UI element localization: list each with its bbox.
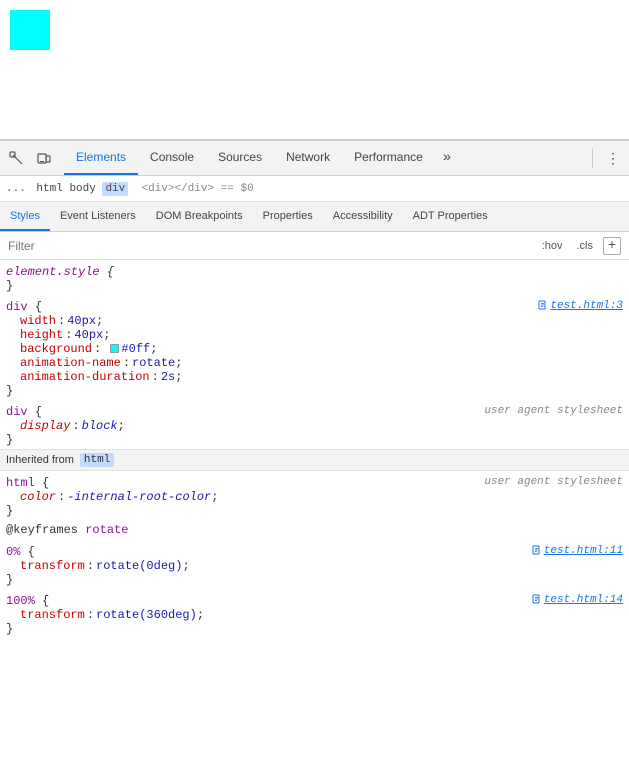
toolbar-divider [592, 148, 593, 168]
filter-badges: :hov .cls + [538, 237, 621, 255]
keyframe-0pct-close: } [0, 573, 629, 587]
hov-badge[interactable]: :hov [538, 239, 567, 253]
devtools-toolbar: Elements Console Sources Network Perform… [0, 141, 629, 176]
more-options-button[interactable]: ⋮ [601, 146, 625, 170]
element-style-rule: element.style { } [0, 260, 629, 295]
main-tab-bar: Elements Console Sources Network Perform… [64, 141, 588, 175]
div-ua-rule: div { user agent stylesheet display: blo… [0, 400, 629, 449]
element-style-selector: element.style { [6, 265, 114, 279]
div-ua-rule-close: } [0, 433, 629, 447]
breadcrumb-body[interactable]: body [69, 183, 95, 195]
tab-overflow-button[interactable]: » [435, 141, 459, 175]
background-property: background: #0ff; [0, 342, 629, 356]
element-style-header: element.style { [0, 262, 629, 279]
color-property: color: -internal-root-color; [0, 490, 629, 504]
inherited-label: Inherited from [6, 454, 74, 466]
div-rule: div { test.html:3 width: 40px; height: 4… [0, 295, 629, 400]
div-ua-selector: div { [6, 405, 42, 419]
tab-dom-breakpoints[interactable]: DOM Breakpoints [146, 202, 253, 231]
display-property: display: block; [0, 419, 629, 433]
height-property: height: 40px; [0, 328, 629, 342]
div-rule-close: } [0, 384, 629, 398]
animation-duration-property: animation-duration: 2s; [0, 370, 629, 384]
html-selector: html { [6, 476, 49, 490]
tab-properties[interactable]: Properties [253, 202, 323, 231]
tab-console[interactable]: Console [138, 141, 206, 175]
dom-equals-text: <div></div> == $0 [141, 183, 253, 195]
cls-badge[interactable]: .cls [573, 239, 598, 253]
tab-accessibility[interactable]: Accessibility [323, 202, 403, 231]
transform-100pct-property: transform: rotate(360deg); [0, 608, 629, 622]
user-agent-label: user agent stylesheet [484, 405, 623, 417]
keyframe-100pct-selector: 100% { [6, 594, 49, 608]
toolbar-icons [4, 146, 56, 170]
breadcrumb-html[interactable]: html [36, 183, 62, 195]
keyframe-100pct-rule: 100% { test.html:14 transform: rotate(36… [0, 589, 629, 638]
keyframe-0pct-selector: 0% { [6, 545, 35, 559]
keyframe-0pct-file-link[interactable]: test.html:11 [532, 545, 623, 557]
animation-name-property: animation-name: rotate; [0, 356, 629, 370]
div-rule-file-link[interactable]: test.html:3 [538, 300, 623, 312]
devtools-panel: Elements Console Sources Network Perform… [0, 140, 629, 783]
animated-div [10, 10, 50, 50]
filter-input[interactable] [8, 239, 538, 253]
filter-bar: :hov .cls + [0, 232, 629, 260]
preview-area [0, 0, 629, 140]
inspect-button[interactable] [4, 146, 28, 170]
div-selector: div { [6, 300, 42, 314]
keyframe-0pct-rule: 0% { test.html:11 transform: rotate(0deg… [0, 540, 629, 589]
keyframe-100pct-header: 100% { test.html:14 [0, 591, 629, 608]
tab-styles[interactable]: Styles [0, 202, 50, 231]
tab-performance[interactable]: Performance [342, 141, 435, 175]
html-user-agent-label: user agent stylesheet [484, 476, 623, 488]
keyframe-0pct-header: 0% { test.html:11 [0, 542, 629, 559]
html-ua-rule-header: html { user agent stylesheet [0, 473, 629, 490]
html-ua-rule: html { user agent stylesheet color: -int… [0, 471, 629, 520]
add-style-button[interactable]: + [603, 237, 621, 255]
keyframe-100pct-close: } [0, 622, 629, 636]
div-rule-header: div { test.html:3 [0, 297, 629, 314]
keyframe-100pct-file-link[interactable]: test.html:14 [532, 594, 623, 606]
breadcrumb-ellipsis: ... [6, 183, 26, 195]
breadcrumb-div[interactable]: div [102, 182, 128, 196]
tab-network[interactable]: Network [274, 141, 342, 175]
div-ua-rule-header: div { user agent stylesheet [0, 402, 629, 419]
keyframes-header: @keyframes rotate [0, 520, 629, 540]
inherited-section-divider: Inherited from html [0, 449, 629, 471]
width-property: width: 40px; [0, 314, 629, 328]
transform-0pct-property: transform: rotate(0deg); [0, 559, 629, 573]
toolbar-right: ⋮ [588, 146, 625, 170]
panel-tabs: Styles Event Listeners DOM Breakpoints P… [0, 202, 629, 232]
device-toggle-button[interactable] [32, 146, 56, 170]
tab-elements[interactable]: Elements [64, 141, 138, 175]
color-swatch[interactable] [110, 344, 119, 353]
inherited-html-tag[interactable]: html [80, 453, 114, 467]
tab-sources[interactable]: Sources [206, 141, 274, 175]
html-ua-rule-close: } [0, 504, 629, 518]
tab-adt-properties[interactable]: ADT Properties [403, 202, 498, 231]
breadcrumb: ... html body div <div></div> == $0 [0, 176, 629, 202]
tab-event-listeners[interactable]: Event Listeners [50, 202, 146, 231]
element-style-close: } [0, 279, 629, 293]
css-content: element.style { } div { test.html:3 widt… [0, 260, 629, 783]
